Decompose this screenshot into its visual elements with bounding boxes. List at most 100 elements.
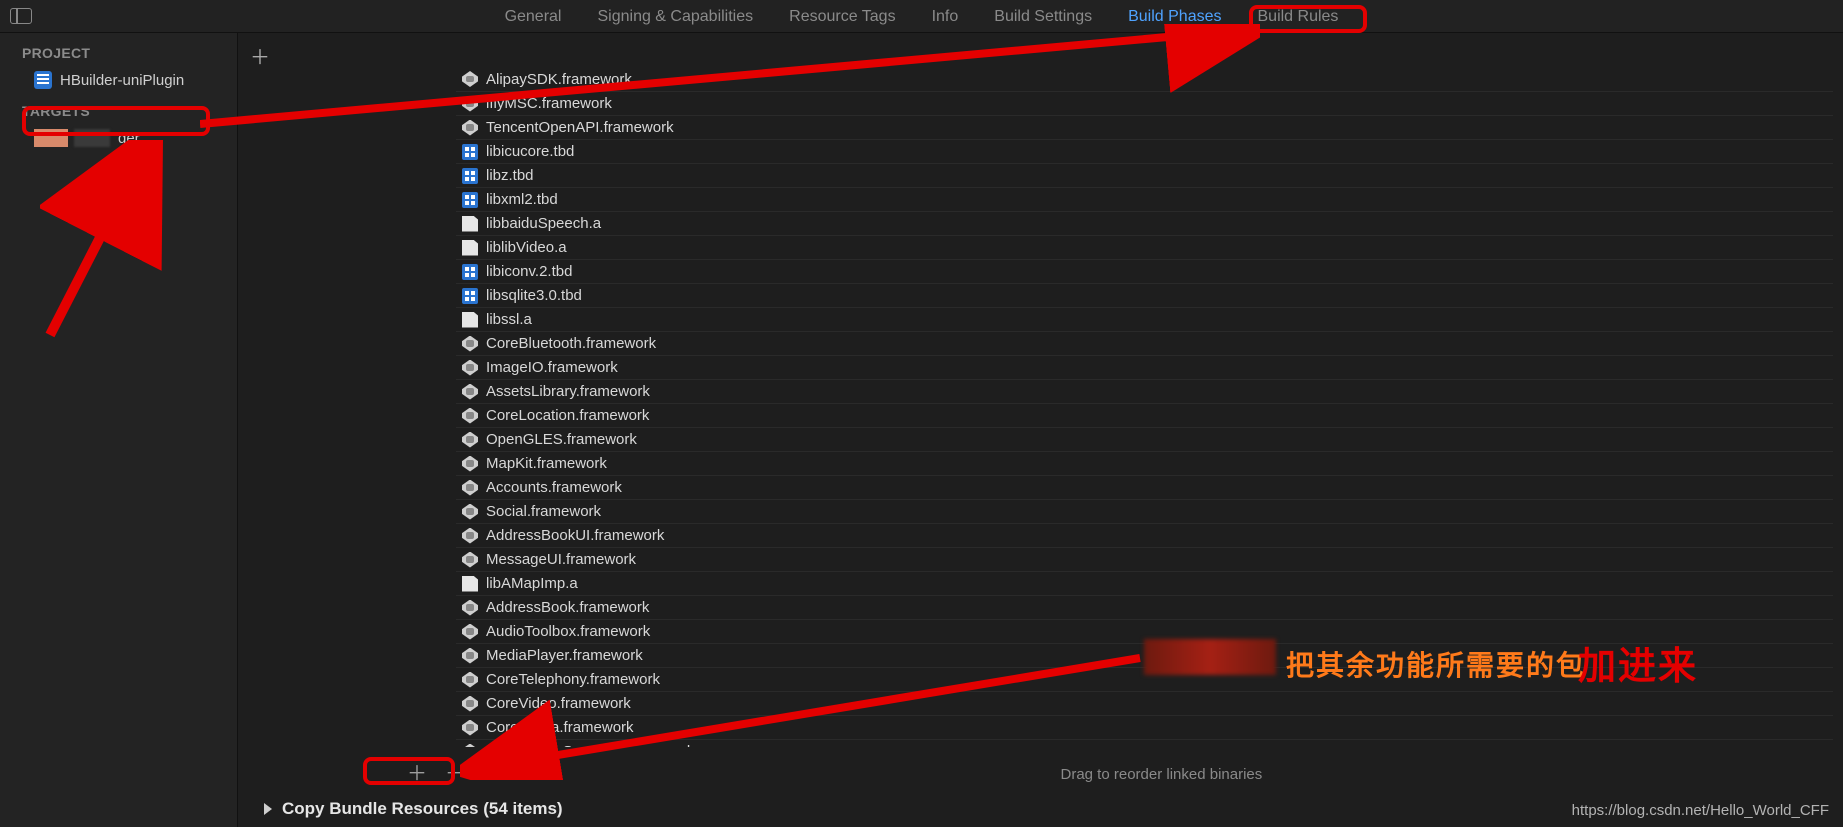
framework-name-label: libbaiduSpeech.a — [486, 215, 601, 232]
framework-icon — [462, 360, 478, 376]
framework-icon — [462, 552, 478, 568]
list-item[interactable]: ImageIO.framework — [456, 355, 1833, 379]
list-item[interactable]: libAMapImp.a — [456, 571, 1833, 595]
list-item[interactable]: AddressBookUI.framework — [456, 523, 1833, 547]
build-phases-content: ＋ AlipaySDK.frameworkiflyMSC.framework Te… — [238, 33, 1843, 827]
framework-name-label: CoreVideo.framework — [486, 695, 631, 712]
framework-name-label: Social.framework — [486, 503, 601, 520]
tab-build-settings[interactable]: Build Settings — [976, 3, 1110, 31]
tab-info[interactable]: Info — [914, 3, 977, 31]
framework-icon — [462, 96, 478, 112]
annotation-blur-block — [1144, 639, 1276, 675]
list-item[interactable]: libbaiduSpeech.a — [456, 211, 1833, 235]
framework-icon — [462, 720, 478, 736]
editor-top-bar: General Signing & Capabilities Resource … — [0, 0, 1843, 33]
list-item[interactable]: liblibVideo.a — [456, 235, 1833, 259]
framework-icon — [462, 624, 478, 640]
list-item[interactable]: AddressBook.framework — [456, 595, 1833, 619]
framework-icon — [462, 480, 478, 496]
remove-framework-button[interactable]: － — [436, 759, 474, 783]
list-item[interactable]: MobileCoreServices.framework — [456, 739, 1833, 747]
framework-name-label: libicucore.tbd — [486, 143, 574, 160]
target-settings-tabs: General Signing & Capabilities Resource … — [0, 0, 1843, 33]
framework-icon — [462, 71, 478, 87]
add-remove-controls: ＋ － — [398, 759, 474, 783]
framework-icon — [462, 696, 478, 712]
framework-name-label: AddressBook.framework — [486, 599, 649, 616]
copy-bundle-resources-section[interactable]: Copy Bundle Resources (54 items) — [264, 799, 563, 819]
annotation-text-append: 加进来 — [1578, 635, 1698, 690]
framework-name-label: AddressBookUI.framework — [486, 527, 664, 544]
framework-name-label: CoreMedia.framework — [486, 719, 634, 736]
target-name-blurred — [74, 129, 110, 147]
list-item[interactable]: CoreVideo.framework — [456, 691, 1833, 715]
list-item[interactable]: CoreLocation.framework — [456, 403, 1833, 427]
framework-name-label: libz.tbd — [486, 167, 534, 184]
tbd-library-icon — [462, 168, 478, 184]
list-item[interactable]: CoreMedia.framework — [456, 715, 1833, 739]
framework-name-label: CoreLocation.framework — [486, 407, 649, 424]
list-item[interactable]: libssl.a — [456, 307, 1833, 331]
static-library-icon — [462, 240, 478, 256]
tbd-library-icon — [462, 288, 478, 304]
list-item[interactable]: Accounts.framework — [456, 475, 1833, 499]
framework-name-label: CoreTelephony.framework — [486, 671, 660, 688]
framework-icon — [462, 336, 478, 352]
sidebar-heading-project: PROJECT — [0, 41, 237, 67]
framework-name-label: libxml2.tbd — [486, 191, 558, 208]
framework-name-label: libAMapImp.a — [486, 575, 578, 592]
framework-name-label: libssl.a — [486, 311, 532, 328]
disclosure-triangle-icon — [264, 803, 272, 815]
tab-build-rules[interactable]: Build Rules — [1240, 3, 1357, 31]
framework-icon — [462, 408, 478, 424]
framework-icon — [462, 384, 478, 400]
sidebar-toggle-icon[interactable] — [10, 8, 32, 24]
annotation-text-main: 把其余功能所需要的包 — [1286, 644, 1586, 684]
add-framework-button[interactable]: ＋ — [398, 759, 436, 783]
framework-icon — [462, 432, 478, 448]
list-item[interactable]: libsqlite3.0.tbd — [456, 283, 1833, 307]
target-app-icon — [34, 129, 68, 147]
sidebar-heading-targets: TARGETS — [0, 99, 237, 125]
project-name-label: HBuilder-uniPlugin — [60, 72, 184, 89]
list-item[interactable]: libiconv.2.tbd — [456, 259, 1833, 283]
list-item[interactable]: iflyMSC.framework — [456, 91, 1833, 115]
xcode-project-icon — [34, 71, 52, 89]
project-navigator-sidebar: PROJECT HBuilder-uniPlugin TARGETS der — [0, 33, 238, 827]
list-item[interactable]: CoreBluetooth.framework — [456, 331, 1833, 355]
framework-name-label: MapKit.framework — [486, 455, 607, 472]
add-build-phase-button[interactable]: ＋ — [250, 41, 270, 70]
framework-icon — [462, 744, 478, 748]
tab-resource-tags[interactable]: Resource Tags — [771, 3, 913, 31]
framework-name-label: libiconv.2.tbd — [486, 263, 572, 280]
framework-name-label: OpenGLES.framework — [486, 431, 637, 448]
list-item[interactable]: libicucore.tbd — [456, 139, 1833, 163]
framework-icon — [462, 672, 478, 688]
tbd-library-icon — [462, 144, 478, 160]
source-watermark: https://blog.csdn.net/Hello_World_CFF — [1572, 802, 1829, 819]
list-item[interactable]: libz.tbd — [456, 163, 1833, 187]
list-item[interactable]: Social.framework — [456, 499, 1833, 523]
list-item[interactable]: OpenGLES.framework — [456, 427, 1833, 451]
list-item[interactable]: MapKit.framework — [456, 451, 1833, 475]
framework-icon — [462, 528, 478, 544]
drag-hint-label: Drag to reorder linked binaries — [1061, 766, 1263, 783]
list-item[interactable]: AlipaySDK.framework — [456, 67, 1833, 91]
list-item[interactable]: MessageUI.framework — [456, 547, 1833, 571]
tab-signing-capabilities[interactable]: Signing & Capabilities — [579, 3, 771, 31]
sidebar-item-project[interactable]: HBuilder-uniPlugin — [0, 67, 237, 93]
list-item[interactable]: AssetsLibrary.framework — [456, 379, 1833, 403]
tbd-library-icon — [462, 264, 478, 280]
target-name-suffix: der — [118, 130, 140, 147]
framework-name-label: AssetsLibrary.framework — [486, 383, 650, 400]
framework-name-label: TencentOpenAPI.framework — [486, 119, 674, 136]
list-item[interactable]: libxml2.tbd — [456, 187, 1833, 211]
framework-name-label: ImageIO.framework — [486, 359, 618, 376]
sidebar-item-target[interactable]: der — [0, 125, 237, 151]
list-item[interactable]: TencentOpenAPI.framework — [456, 115, 1833, 139]
tab-build-phases[interactable]: Build Phases — [1110, 3, 1239, 31]
framework-icon — [462, 456, 478, 472]
tab-general[interactable]: General — [487, 3, 580, 31]
static-library-icon — [462, 216, 478, 232]
framework-name-label: Accounts.framework — [486, 479, 622, 496]
